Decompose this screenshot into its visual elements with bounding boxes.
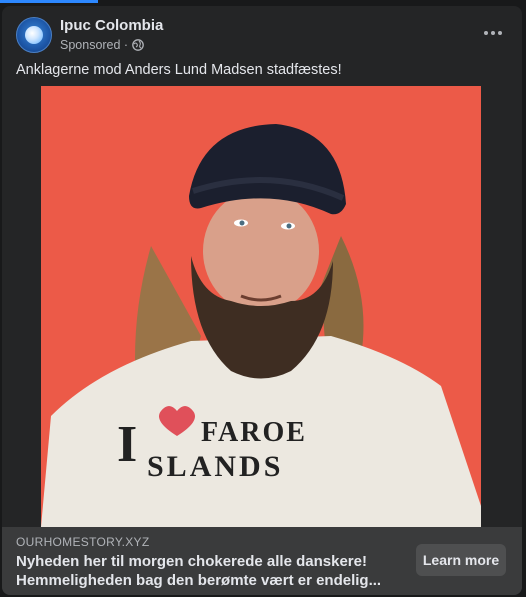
shirt-text-faroe: FAROE bbox=[201, 417, 307, 448]
link-headline-line2: Hemmeligheden bag den berømte vært er en… bbox=[16, 572, 382, 589]
post-header: Ipuc Colombia Sponsored · bbox=[2, 6, 522, 60]
sponsored-meta: Sponsored · bbox=[60, 38, 144, 52]
post-text: Anklagerne mod Anders Lund Madsen stadfæ… bbox=[16, 62, 342, 78]
ipuc-colombia-logo-icon bbox=[25, 26, 43, 44]
sponsored-post-card: Ipuc Colombia Sponsored · Anklagerne mod… bbox=[2, 6, 522, 595]
link-domain[interactable]: OURHOMESTORY.XYZ bbox=[16, 535, 150, 549]
link-headline[interactable]: Nyheden her til morgen chokerede alle da… bbox=[16, 552, 396, 590]
active-tab-indicator bbox=[0, 0, 98, 3]
more-options-icon[interactable] bbox=[482, 22, 504, 44]
post-media[interactable]: I FAROE SLANDS bbox=[2, 86, 522, 527]
shirt-text-slands: SLANDS bbox=[147, 450, 283, 483]
page-avatar[interactable] bbox=[16, 17, 52, 53]
page-name[interactable]: Ipuc Colombia bbox=[60, 17, 163, 34]
portrait-illustration: I FAROE SLANDS bbox=[41, 86, 481, 527]
ad-photo[interactable]: I FAROE SLANDS bbox=[41, 86, 481, 527]
shirt-letter-i: I bbox=[117, 416, 137, 473]
globe-icon bbox=[132, 39, 144, 51]
link-preview[interactable]: OURHOMESTORY.XYZ Nyheden her til morgen … bbox=[2, 527, 522, 595]
top-bar bbox=[0, 0, 526, 4]
learn-more-button[interactable]: Learn more bbox=[416, 544, 506, 576]
sponsored-label[interactable]: Sponsored · bbox=[60, 38, 128, 52]
link-headline-line1: Nyheden her til morgen chokerede alle da… bbox=[16, 553, 367, 570]
